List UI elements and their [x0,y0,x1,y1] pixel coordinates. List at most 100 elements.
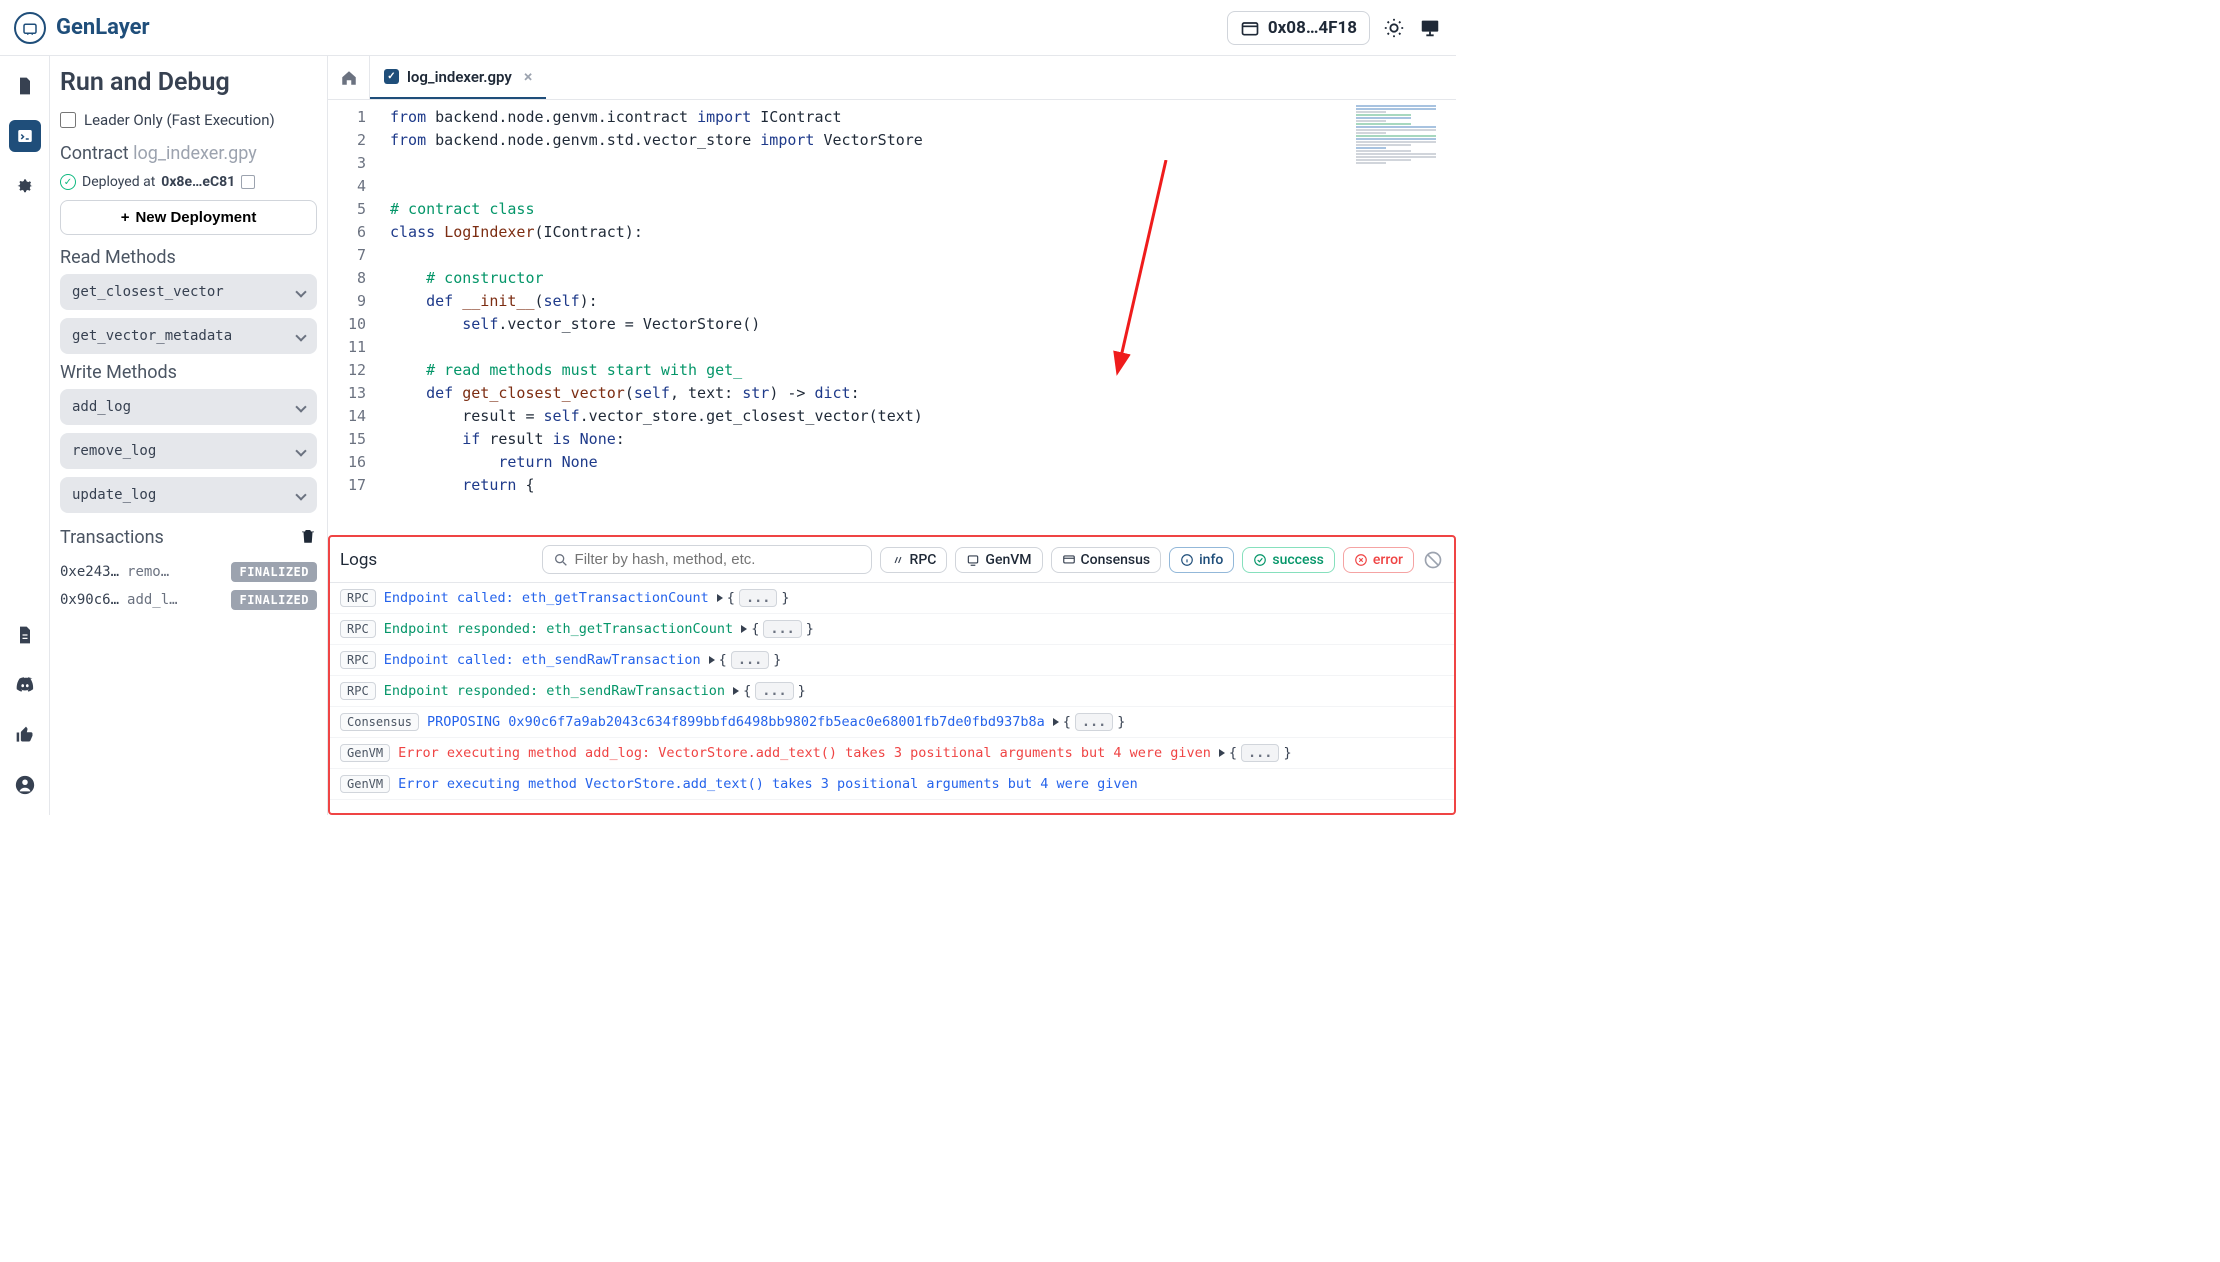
theme-toggle-button[interactable] [1382,16,1406,40]
plus-icon: + [121,209,130,226]
log-row[interactable]: RPCEndpoint called: eth_sendRawTransacti… [330,645,1454,676]
chevron-down-icon [295,286,306,297]
log-source-tag: RPC [340,620,376,638]
log-source-tag: GenVM [340,775,390,793]
log-row[interactable]: RPCEndpoint called: eth_getTransactionCo… [330,583,1454,614]
rail-account-button[interactable] [9,769,41,801]
new-deployment-button[interactable]: + New Deployment [60,200,317,235]
code-editor[interactable]: 1234567891011121314151617 from backend.n… [328,100,1456,535]
logs-filter-field[interactable] [575,551,861,568]
log-row[interactable]: GenVM Error executing method add_log: Vec… [330,738,1454,769]
status-badge: FINALIZED [231,562,317,582]
deployed-address: 0x8e…eC81 [161,174,235,190]
filter-consensus-chip[interactable]: Consensus [1051,547,1162,573]
rpc-chip-icon [891,553,905,567]
sidebar-title: Run and Debug [60,68,317,97]
rail-file-button[interactable] [9,70,41,102]
method-remove_log[interactable]: remove_log [60,433,317,469]
method-update_log[interactable]: update_log [60,477,317,513]
rail-terminal-button[interactable] [9,120,41,152]
method-get_vector_metadata[interactable]: get_vector_metadata [60,318,317,354]
log-row[interactable]: GenVM Error executing method VectorStore.… [330,769,1454,800]
copy-address-button[interactable] [241,175,255,189]
leader-only-checkbox[interactable]: Leader Only (Fast Execution) [60,111,317,129]
thumbs-up-icon [15,725,35,745]
transaction-row[interactable]: 0x90c6…add_l…FINALIZED [60,590,317,610]
logs-title: Logs [340,550,377,570]
user-icon [14,774,36,796]
triangle-right-icon [709,656,715,664]
filter-info-chip[interactable]: info [1169,547,1234,573]
clear-transactions-button[interactable] [299,527,317,549]
log-source-tag: GenVM [340,744,390,762]
filter-genvm-chip[interactable]: GenVM [955,547,1042,573]
transactions-title: Transactions [60,527,164,548]
write-methods-title: Write Methods [60,362,317,383]
log-row[interactable]: RPCEndpoint responded: eth_sendRawTransa… [330,676,1454,707]
log-message: Error executing method add_log: VectorSt… [398,745,1211,761]
log-message: PROPOSING 0x90c6f7a9ab2043c634f899bbfd64… [427,714,1045,730]
logs-filter-input[interactable] [542,545,872,574]
json-expand-button[interactable]: { ... } [717,589,790,607]
presentation-button[interactable] [1418,16,1442,40]
transactions-header: Transactions [60,521,317,554]
filter-success-chip[interactable]: success [1242,547,1335,573]
run-debug-sidebar: Run and Debug Leader Only (Fast Executio… [50,56,328,815]
minimap[interactable] [1352,104,1452,244]
rail-feedback-button[interactable] [9,719,41,751]
json-expand-button[interactable]: { ... } [1219,744,1292,762]
read-methods-title: Read Methods [60,247,317,268]
filter-error-chip[interactable]: error [1343,547,1414,573]
consensus-chip-icon [1062,553,1076,567]
deployed-info: ✓ Deployed at 0x8e…eC81 [60,174,317,190]
json-expand-button[interactable]: { ... } [1053,713,1126,731]
chevron-down-icon [295,330,306,341]
tab-home-button[interactable] [328,56,370,99]
logs-panel: Logs RPC GenVM Consensus [328,535,1456,815]
triangle-right-icon [1219,749,1225,757]
check-circle-icon: ✓ [60,174,76,190]
home-icon [340,69,358,87]
terminal-icon [16,127,34,145]
chevron-down-icon [295,401,306,412]
brand: GenLayer [14,12,150,44]
info-chip-icon [1180,553,1194,567]
json-expand-button[interactable]: { ... } [709,651,782,669]
tab-close-button[interactable]: × [524,67,533,86]
discord-icon [14,674,36,696]
method-add_log[interactable]: add_log [60,389,317,425]
rail-settings-button[interactable] [9,170,41,202]
brand-logo-icon [14,12,46,44]
leader-only-input[interactable] [60,112,76,128]
log-message: Error executing method VectorStore.add_t… [398,776,1138,792]
triangle-right-icon [741,625,747,633]
app-header: GenLayer 0x08…4F18 [0,0,1456,56]
logs-list[interactable]: RPC Endpoint called: eth_getTransactionCo… [330,583,1454,813]
triangle-right-icon [717,594,723,602]
header-actions: 0x08…4F18 [1227,11,1442,45]
json-expand-button[interactable]: { ... } [733,682,806,700]
doc-icon [15,625,35,645]
json-expand-button[interactable]: { ... } [741,620,814,638]
log-row[interactable]: ConsensusPROPOSING 0x90c6f7a9ab2043c634f… [330,707,1454,738]
code-content[interactable]: from backend.node.genvm.icontract import… [376,100,1456,535]
rail-discord-button[interactable] [9,669,41,701]
filter-rpc-chip[interactable]: RPC [880,547,948,573]
error-chip-icon [1354,553,1368,567]
rail-docs-button[interactable] [9,619,41,651]
clear-logs-button[interactable] [1422,549,1444,571]
wallet-button[interactable]: 0x08…4F18 [1227,11,1370,45]
editor-tabs: ✓ log_indexer.gpy × [328,56,1456,100]
contract-section: Contract log_indexer.gpy [60,143,317,164]
log-row[interactable]: RPCEndpoint responded: eth_getTransactio… [330,614,1454,645]
method-get_closest_vector[interactable]: get_closest_vector [60,274,317,310]
log-message: Endpoint called: eth_getTransactionCount [384,590,709,606]
chevron-down-icon [295,445,306,456]
transaction-row[interactable]: 0xe243…remo…FINALIZED [60,562,317,582]
log-source-tag: RPC [340,682,376,700]
brand-name: GenLayer [56,15,150,40]
tab-log-indexer[interactable]: ✓ log_indexer.gpy × [370,56,546,99]
wallet-icon [1240,18,1260,38]
search-icon [553,552,569,568]
log-message: Endpoint called: eth_sendRawTransaction [384,652,701,668]
